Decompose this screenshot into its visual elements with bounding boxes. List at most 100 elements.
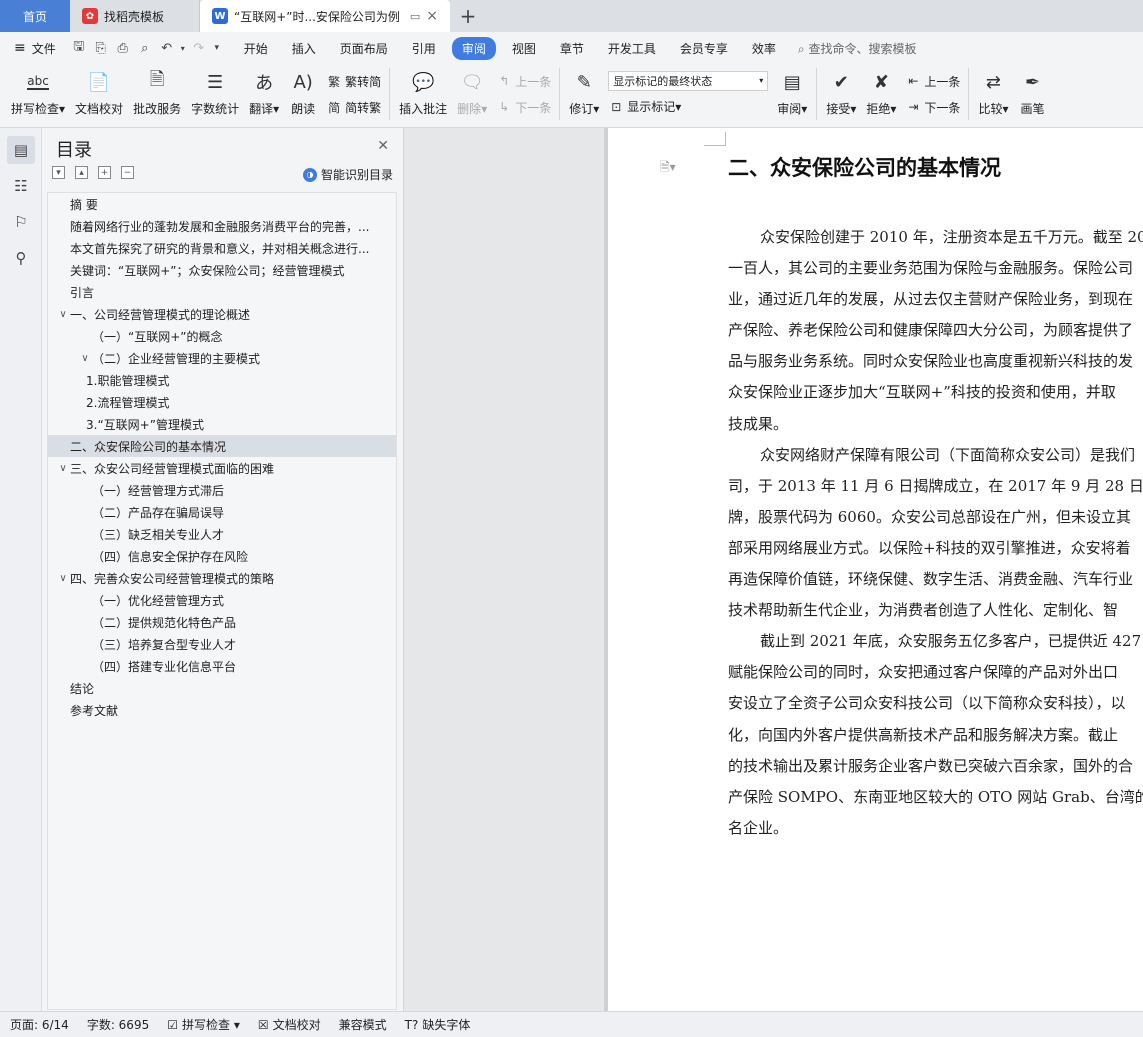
status-proof[interactable]: ☒ 文档校对: [258, 1016, 321, 1033]
tab-restore-icon[interactable]: ▭: [410, 10, 420, 23]
approve-service-button[interactable]: 🗎 批改服务: [128, 68, 186, 124]
accept-button[interactable]: ✔ 接受▾: [821, 68, 861, 124]
toc-item[interactable]: 结论: [48, 677, 396, 699]
document-line: 业，通过近几年的发展，从过去仅主营财产保险业务，到现在: [728, 290, 1134, 309]
document-page[interactable]: 🗎▾ 二、众安保险公司的基本情况 众安保险创建于 2010 年，注册资本是五千万…: [608, 128, 1143, 1011]
revise-button[interactable]: ✎ 修订▾: [564, 68, 604, 124]
redo-icon[interactable]: ↷: [188, 41, 210, 56]
next-revision-button[interactable]: ⇥ 下一条: [905, 96, 960, 118]
toc-item[interactable]: （一）优化经营管理方式: [48, 589, 396, 611]
customize-toolbar-icon[interactable]: ▾: [210, 43, 224, 53]
compare-button[interactable]: ⇄ 比较▾: [973, 68, 1013, 124]
save-icon[interactable]: 🖫: [68, 37, 90, 59]
file-menu[interactable]: ≡ 文件: [10, 40, 68, 57]
tab-document[interactable]: W “互联网+”时...安保险公司为例 ▭ ×: [200, 0, 450, 32]
tab-home[interactable]: 首页: [0, 0, 70, 32]
menu-item-layout[interactable]: 页面布局: [328, 40, 400, 57]
toc-title: 目录: [56, 140, 92, 161]
toc-item[interactable]: ∨ 一、公司经营管理模式的理论概述: [48, 303, 396, 325]
menu-item-review[interactable]: 审阅: [451, 36, 496, 60]
tab-close-icon[interactable]: ×: [426, 8, 438, 24]
document-line: 技成果。: [728, 414, 789, 433]
tab-daoke[interactable]: ✿ 找稻壳模板: [70, 0, 200, 32]
toc-item[interactable]: （四）信息安全保护存在风险: [48, 545, 396, 567]
menu-item-member[interactable]: 会员专享: [668, 40, 740, 57]
translate-button[interactable]: あ 翻译▾: [244, 68, 284, 124]
toc-item[interactable]: 引言: [48, 281, 396, 303]
read-aloud-button[interactable]: A) 朗读: [284, 68, 322, 124]
chapter-nav-icon[interactable]: ☷: [7, 172, 35, 200]
toc-item[interactable]: 二、众安保险公司的基本情况: [48, 435, 396, 457]
toc-item[interactable]: （四）搭建专业化信息平台: [48, 655, 396, 677]
trad-to-simp-button[interactable]: 繁繁转简: [326, 70, 381, 92]
menu-item-developer[interactable]: 开发工具: [596, 40, 668, 57]
simp-to-trad-button[interactable]: 简简转繁: [326, 96, 381, 118]
print-icon[interactable]: ⎙: [112, 41, 134, 56]
toc-item[interactable]: 摘 要: [48, 193, 396, 215]
menu-item-start[interactable]: 开始: [232, 40, 280, 57]
word-count-indicator[interactable]: 字数: 6695: [87, 1016, 149, 1033]
toc-item[interactable]: ∨ 三、众安公司经营管理模式面临的困难: [48, 457, 396, 479]
reject-label: 拒绝: [866, 102, 891, 116]
insert-comment-icon: 💬: [411, 71, 435, 93]
prev-revision-button[interactable]: ⇤ 上一条: [905, 70, 960, 92]
prev-comment-button[interactable]: ↰ 上一条: [496, 70, 551, 92]
undo-icon[interactable]: ↶: [156, 41, 178, 56]
paragraph-menu-icon[interactable]: 🗎▾: [660, 158, 676, 179]
toc-item[interactable]: （二）提供规范化特色产品: [48, 611, 396, 633]
page-indicator[interactable]: 页面: 6/14: [10, 1016, 69, 1033]
export-pdf-icon[interactable]: ⎘: [90, 41, 112, 56]
toc-item[interactable]: （三）缺乏相关专业人才: [48, 523, 396, 545]
chevron-down-icon[interactable]: ∨: [56, 463, 70, 474]
menu-item-reference[interactable]: 引用: [400, 40, 448, 57]
next-comment-button[interactable]: ↳ 下一条: [496, 96, 551, 118]
chevron-down-icon[interactable]: ∨: [56, 573, 70, 584]
menu-item-chapter[interactable]: 章节: [548, 40, 596, 57]
command-search[interactable]: ⌕ 查找命令、搜索模板: [798, 40, 917, 57]
reject-button[interactable]: ✘ 拒绝▾: [861, 68, 901, 124]
delete-comment-button[interactable]: 🗨 删除▾: [452, 68, 492, 124]
word-count-button[interactable]: ☰ 字数统计: [186, 68, 244, 124]
toc-item[interactable]: ∨ （二）企业经营管理的主要模式: [48, 347, 396, 369]
markup-state-select[interactable]: 显示标记的最终状态 ▾: [608, 70, 769, 91]
show-markup-button[interactable]: ⊡ 显示标记 ▾: [608, 96, 768, 118]
review-pane-button[interactable]: ▤ 审阅▾: [772, 68, 812, 124]
toc-item[interactable]: ∨ 四、完善众安公司经营管理模式的策略: [48, 567, 396, 589]
toc-item[interactable]: （三）培养复合型专业人才: [48, 633, 396, 655]
menu-item-view[interactable]: 视图: [500, 40, 548, 57]
toc-item[interactable]: （二）产品存在骗局误导: [48, 501, 396, 523]
toc-item[interactable]: 1.职能管理模式: [48, 369, 396, 391]
toc-item-label: （一）“互联网+”的概念: [92, 329, 223, 344]
toc-item[interactable]: 2.流程管理模式: [48, 391, 396, 413]
new-tab-button[interactable]: +: [450, 0, 486, 32]
print-preview-icon[interactable]: ⌕: [134, 41, 156, 56]
chevron-down-icon[interactable]: ∨: [56, 309, 70, 320]
toc-item[interactable]: 3.“互联网+”管理模式: [48, 413, 396, 435]
compat-mode-indicator[interactable]: 兼容模式: [339, 1016, 387, 1033]
toc-item[interactable]: 本文首先探究了研究的背景和意义，并对相关概念进行...: [48, 237, 396, 259]
toc-item[interactable]: 关键词：“互联网+”；众安保险公司；经营管理模式: [48, 259, 396, 281]
expand-icon[interactable]: ▾: [52, 166, 65, 179]
smart-toc-button[interactable]: ◑ 智能识别目录: [302, 166, 393, 183]
collapse-icon[interactable]: ▴: [75, 166, 88, 179]
remove-heading-icon[interactable]: −: [121, 166, 134, 179]
status-spell-check[interactable]: ☑ 拼写检查 ▾: [167, 1016, 240, 1033]
toc-item[interactable]: （一）“互联网+”的概念: [48, 325, 396, 347]
add-heading-icon[interactable]: +: [98, 166, 111, 179]
close-icon[interactable]: ✕: [377, 138, 389, 154]
missing-font-indicator[interactable]: T? 缺失字体: [405, 1016, 471, 1033]
pen-button[interactable]: ✒ 画笔: [1013, 68, 1051, 124]
toc-item[interactable]: 参考文献: [48, 699, 396, 721]
spell-check-button[interactable]: abc 拼写检查▾: [6, 68, 70, 124]
undo-dropdown-icon[interactable]: ▾: [178, 44, 188, 53]
toc-item[interactable]: 随着网络行业的蓬勃发展和金融服务消费平台的完善，...: [48, 215, 396, 237]
bookmark-icon[interactable]: ⚐: [7, 208, 35, 236]
document-proof-button[interactable]: 📄 文档校对: [70, 68, 128, 124]
toc-item[interactable]: （一）经营管理方式滞后: [48, 479, 396, 501]
insert-comment-button[interactable]: 💬 插入批注: [394, 68, 452, 124]
search-panel-icon[interactable]: ⚲: [7, 244, 35, 272]
menu-item-insert[interactable]: 插入: [280, 40, 328, 57]
chevron-down-icon[interactable]: ∨: [78, 353, 92, 364]
menu-item-efficiency[interactable]: 效率: [740, 40, 788, 57]
toc-panel-icon[interactable]: ▤: [7, 136, 35, 164]
